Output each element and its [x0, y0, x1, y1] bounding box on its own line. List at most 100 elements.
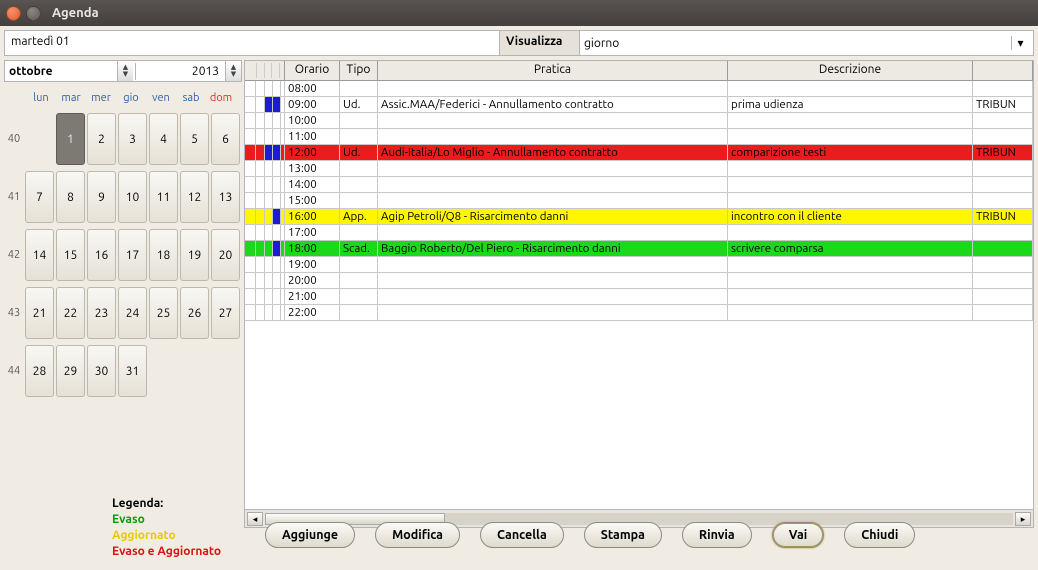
- cell-descrizione: [728, 273, 973, 288]
- schedule-row[interactable]: 14:00: [245, 177, 1033, 193]
- cell-orario: 21:00: [285, 289, 340, 304]
- schedule-row[interactable]: 22:00: [245, 305, 1033, 321]
- row-flags: [245, 129, 285, 144]
- cell-extra: TRIBUN: [973, 145, 1033, 160]
- week-number: 40: [4, 133, 24, 145]
- schedule-row[interactable]: 16:00App.Agip Petroli/Q8 - Risarcimento …: [245, 209, 1033, 225]
- col-extra[interactable]: [973, 61, 1033, 80]
- postpone-button[interactable]: Rinvia: [682, 522, 752, 548]
- calendar-day[interactable]: 4: [149, 113, 178, 165]
- cell-orario: 09:00: [285, 97, 340, 112]
- schedule-row[interactable]: 17:00: [245, 225, 1033, 241]
- selected-date-field[interactable]: martedì 01: [5, 31, 500, 55]
- cell-descrizione: comparizione testi: [728, 145, 973, 160]
- calendar-day[interactable]: 19: [180, 229, 209, 281]
- calendar-day[interactable]: 2: [87, 113, 116, 165]
- calendar-day[interactable]: 10: [118, 171, 147, 223]
- cell-extra: [973, 225, 1033, 240]
- cell-pratica: [378, 257, 728, 272]
- calendar-day[interactable]: 3: [118, 113, 147, 165]
- cell-pratica: [378, 305, 728, 320]
- year-spinner[interactable]: ▲▼: [225, 61, 241, 81]
- calendar-day[interactable]: 8: [56, 171, 85, 223]
- schedule-row[interactable]: 20:00: [245, 273, 1033, 289]
- add-button[interactable]: Aggiunge: [265, 522, 355, 548]
- delete-button[interactable]: Cancella: [480, 522, 564, 548]
- calendar-day[interactable]: 27: [211, 287, 240, 339]
- row-flags: [245, 273, 285, 288]
- cell-tipo: [340, 177, 378, 192]
- schedule-header: Orario Tipo Pratica Descrizione: [245, 61, 1033, 81]
- button-row: Aggiunge Modifica Cancella Stampa Rinvia…: [265, 522, 915, 548]
- schedule-row[interactable]: 15:00: [245, 193, 1033, 209]
- calendar-day[interactable]: 18: [149, 229, 178, 281]
- cell-tipo: Ud.: [340, 97, 378, 112]
- cell-orario: 13:00: [285, 161, 340, 176]
- scroll-right-icon[interactable]: ▸: [1015, 512, 1031, 526]
- calendar-day[interactable]: 23: [87, 287, 116, 339]
- legend-evaso: Evaso: [112, 512, 221, 528]
- row-flags: [245, 305, 285, 320]
- schedule-row[interactable]: 10:00: [245, 113, 1033, 129]
- col-pratica[interactable]: Pratica: [378, 61, 728, 80]
- calendar-day[interactable]: 26: [180, 287, 209, 339]
- col-orario[interactable]: Orario: [285, 61, 340, 80]
- calendar-day[interactable]: 25: [149, 287, 178, 339]
- modify-button[interactable]: Modifica: [375, 522, 460, 548]
- cell-tipo: [340, 257, 378, 272]
- year-field[interactable]: 2013: [135, 63, 223, 80]
- calendar-day[interactable]: 16: [87, 229, 116, 281]
- schedule-row[interactable]: 13:00: [245, 161, 1033, 177]
- calendar-day[interactable]: 15: [56, 229, 85, 281]
- calendar-day[interactable]: 14: [25, 229, 54, 281]
- calendar-day[interactable]: 13: [211, 171, 240, 223]
- print-button[interactable]: Stampa: [584, 522, 662, 548]
- calendar-day[interactable]: 21: [25, 287, 54, 339]
- calendar-day[interactable]: 17: [118, 229, 147, 281]
- cell-tipo: [340, 193, 378, 208]
- top-filter-row: martedì 01 Visualizza giorno ▾: [4, 30, 1034, 56]
- row-flags: [245, 241, 285, 256]
- calendar-day[interactable]: 6: [211, 113, 240, 165]
- cell-orario: 11:00: [285, 129, 340, 144]
- view-select[interactable]: giorno ▾: [580, 31, 1033, 55]
- cell-extra: [973, 305, 1033, 320]
- calendar-day[interactable]: 1: [56, 113, 85, 165]
- month-name[interactable]: ottobre: [5, 63, 115, 80]
- schedule-row[interactable]: 09:00Ud.Assic.MAA/Federici - Annullament…: [245, 97, 1033, 113]
- calendar-day[interactable]: 24: [118, 287, 147, 339]
- schedule-row[interactable]: 11:00: [245, 129, 1033, 145]
- calendar-day[interactable]: 12: [180, 171, 209, 223]
- calendar-day[interactable]: 30: [87, 345, 116, 397]
- cell-orario: 17:00: [285, 225, 340, 240]
- row-flags: [245, 113, 285, 128]
- row-flags: [245, 209, 285, 224]
- cell-orario: 12:00: [285, 145, 340, 160]
- cell-pratica: [378, 113, 728, 128]
- scroll-left-icon[interactable]: ◂: [247, 512, 263, 526]
- calendar-day[interactable]: 9: [87, 171, 116, 223]
- schedule-row[interactable]: 12:00Ud.Audi-Italia/Lo Miglio - Annullam…: [245, 145, 1033, 161]
- calendar-day[interactable]: 22: [56, 287, 85, 339]
- cell-descrizione: [728, 305, 973, 320]
- schedule-row[interactable]: 19:00: [245, 257, 1033, 273]
- schedule-row[interactable]: 18:00Scad.Baggio Roberto/Del Piero - Ris…: [245, 241, 1033, 257]
- calendar-day[interactable]: 20: [211, 229, 240, 281]
- month-spinner[interactable]: ▲▼: [117, 61, 133, 81]
- calendar-day[interactable]: 5: [180, 113, 209, 165]
- flag-columns-header: [245, 61, 285, 80]
- calendar-day[interactable]: 28: [25, 345, 54, 397]
- window-close-icon[interactable]: [6, 6, 21, 21]
- window-minimize-icon[interactable]: [26, 6, 41, 21]
- schedule-row[interactable]: 08:00: [245, 81, 1033, 97]
- calendar-day[interactable]: 29: [56, 345, 85, 397]
- close-button[interactable]: Chiudi: [844, 522, 915, 548]
- calendar-day[interactable]: 11: [149, 171, 178, 223]
- schedule-row[interactable]: 21:00: [245, 289, 1033, 305]
- cell-descrizione: [728, 225, 973, 240]
- calendar-day[interactable]: 7: [25, 171, 54, 223]
- col-descrizione[interactable]: Descrizione: [728, 61, 973, 80]
- go-button[interactable]: Vai: [772, 522, 825, 548]
- calendar-day[interactable]: 31: [118, 345, 147, 397]
- col-tipo[interactable]: Tipo: [340, 61, 378, 80]
